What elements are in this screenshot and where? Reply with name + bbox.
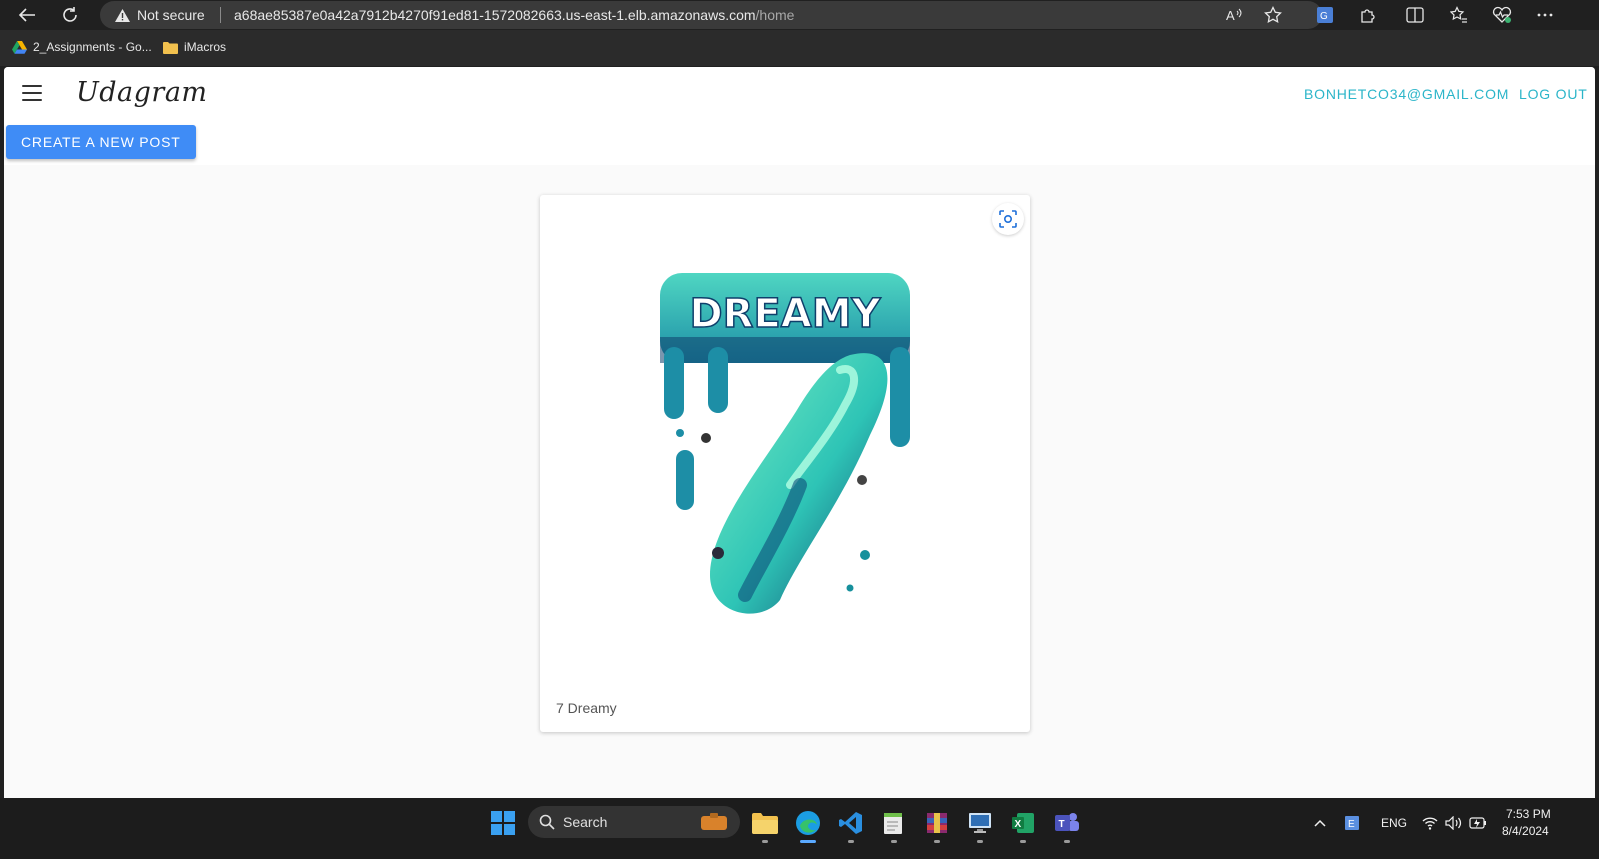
running-indicator (762, 840, 768, 843)
favorite-star-icon[interactable] (1263, 6, 1283, 24)
search-highlight-icon (701, 813, 727, 830)
language-indicator[interactable]: ENG (1381, 816, 1407, 830)
bookmark-imacros[interactable]: iMacros (163, 40, 226, 54)
url-path: /home (755, 7, 795, 23)
input-method-icon[interactable]: E (1342, 808, 1362, 838)
file-explorer-icon[interactable] (750, 808, 780, 838)
running-indicator (977, 840, 983, 843)
post-card: DREAMY 7 Dreamy (540, 195, 1030, 732)
favorites-icon[interactable] (1447, 4, 1471, 26)
clock-date[interactable]: 8/4/2024 (1502, 824, 1549, 838)
extensions-icon[interactable] (1356, 4, 1380, 26)
app-brand[interactable]: Udagram (76, 77, 208, 108)
edge-browser-icon[interactable] (793, 808, 823, 838)
translate-extension-icon[interactable]: G (1313, 4, 1337, 26)
url-text[interactable]: a68ae85387e0a42a7912b4270f91ed81-1572082… (234, 7, 794, 23)
svg-text:E: E (1348, 819, 1355, 830)
battery-icon[interactable] (1467, 808, 1489, 838)
excel-icon[interactable]: X (1008, 808, 1038, 838)
web-page: Udagram BONHETCO34@GMAIL.COM LOG OUT CRE… (4, 67, 1595, 810)
address-bar[interactable]: Not secure a68ae85387e0a42a7912b4270f91e… (100, 1, 1322, 29)
search-icon (539, 814, 555, 830)
bookmark-label: 2_Assignments - Go... (33, 40, 152, 54)
action-bar: CREATE A NEW POST (4, 123, 1595, 165)
logout-button[interactable]: LOG OUT (1519, 86, 1588, 102)
visual-search-button[interactable] (992, 203, 1024, 235)
remote-desktop-icon[interactable] (965, 808, 995, 838)
volume-icon[interactable] (1443, 808, 1465, 838)
warning-icon (115, 8, 130, 22)
svg-text:G: G (1320, 11, 1328, 22)
user-email-link[interactable]: BONHETCO34@GMAIL.COM (1304, 86, 1509, 102)
split-screen-icon[interactable] (1403, 4, 1427, 26)
post-caption: 7 Dreamy (556, 700, 617, 716)
notepad-icon[interactable] (879, 808, 909, 838)
svg-text:X: X (1015, 819, 1022, 830)
security-label: Not secure (137, 7, 205, 23)
folder-icon (163, 41, 178, 54)
vscode-icon[interactable] (836, 808, 866, 838)
bookmark-label: iMacros (184, 40, 227, 54)
teams-icon[interactable]: T (1052, 808, 1082, 838)
running-indicator (848, 840, 854, 843)
site-security-indicator[interactable]: Not secure (114, 7, 205, 23)
visual-search-icon (999, 210, 1017, 228)
refresh-button[interactable] (59, 4, 81, 26)
running-indicator (934, 840, 940, 843)
running-indicator (891, 840, 897, 843)
post-image-title: DREAMY (689, 291, 881, 337)
start-button[interactable] (488, 808, 518, 838)
browser-toolbar: Not secure a68ae85387e0a42a7912b4270f91e… (0, 0, 1599, 30)
app-header: Udagram BONHETCO34@GMAIL.COM LOG OUT (4, 67, 1595, 123)
svg-text:T: T (1059, 819, 1065, 830)
back-button[interactable] (16, 4, 38, 26)
wifi-icon[interactable] (1420, 808, 1440, 838)
winrar-icon[interactable] (922, 808, 952, 838)
running-indicator (1064, 840, 1070, 843)
create-new-post-button[interactable]: CREATE A NEW POST (6, 125, 196, 159)
show-hidden-icons-button[interactable] (1310, 808, 1330, 838)
svg-text:A: A (1226, 8, 1235, 23)
active-indicator (800, 840, 816, 843)
more-options-icon[interactable] (1533, 4, 1557, 26)
read-aloud-icon[interactable]: A (1224, 6, 1244, 24)
clock-time[interactable]: 7:53 PM (1506, 807, 1551, 821)
running-indicator (1020, 840, 1026, 843)
bookmarks-bar: 2_Assignments - Go... iMacros (0, 30, 1599, 66)
search-label: Search (563, 814, 608, 830)
windows-logo-icon (491, 811, 515, 835)
windows-taskbar: Search X T E ENG 7:53 PM 8/4/2024 (0, 798, 1599, 859)
google-drive-icon (12, 40, 27, 54)
bookmark-assignments[interactable]: 2_Assignments - Go... (12, 40, 152, 54)
taskbar-search[interactable]: Search (528, 806, 740, 838)
url-host: a68ae85387e0a42a7912b4270f91ed81-1572082… (234, 7, 756, 23)
browser-essentials-icon[interactable] (1490, 4, 1514, 26)
post-image[interactable]: DREAMY (650, 255, 920, 615)
address-divider (220, 7, 221, 23)
hamburger-menu-icon[interactable] (22, 85, 42, 101)
